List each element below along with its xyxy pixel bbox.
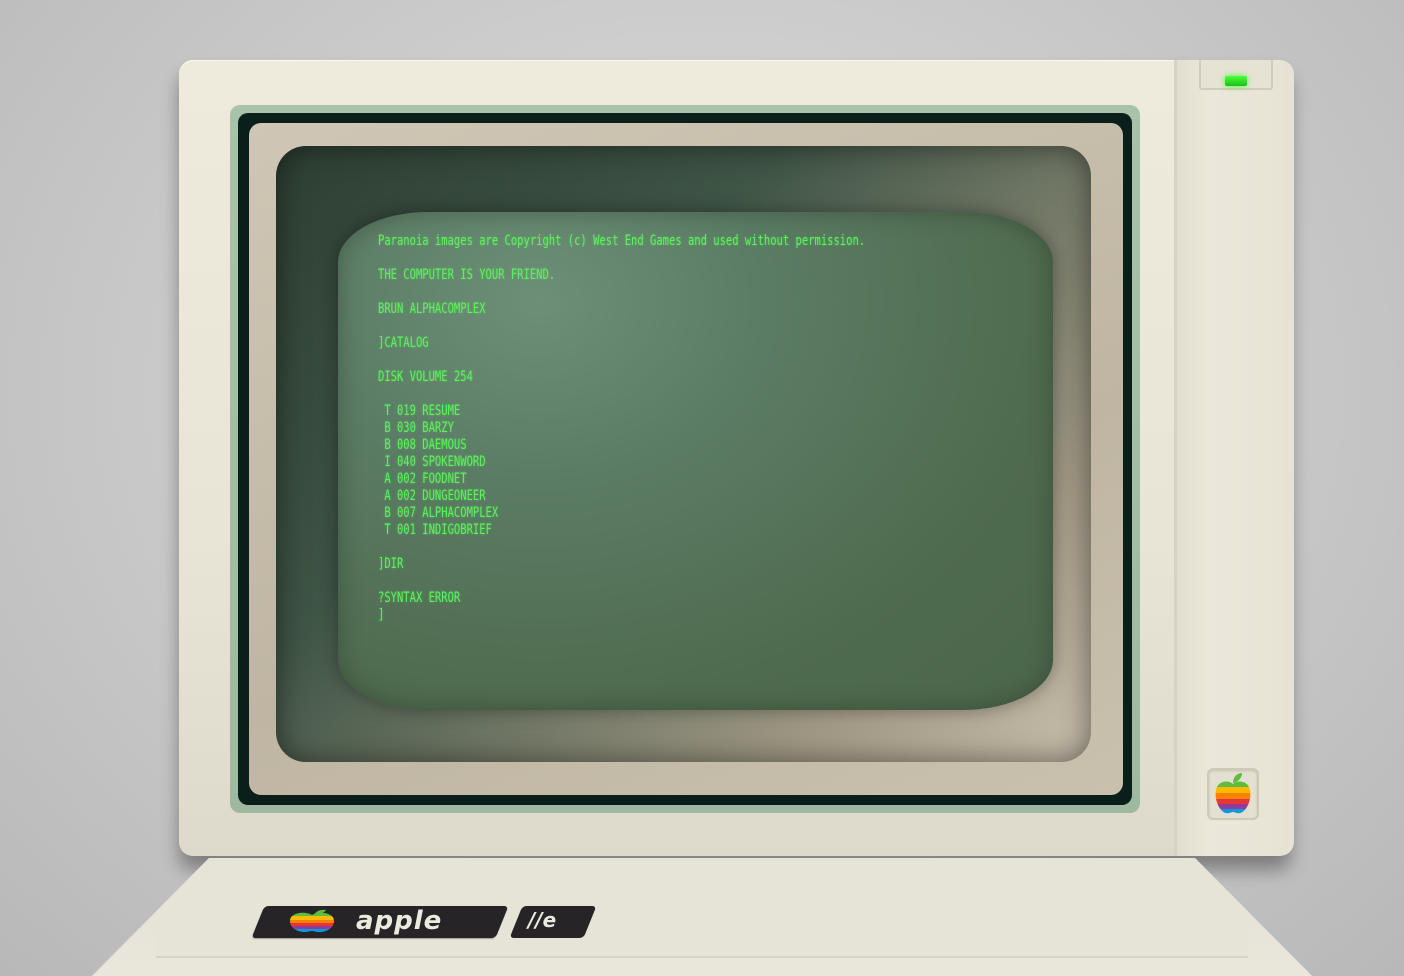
brand-label: apple [266,906,506,938]
bezel-frame: Paranoia images are Copyright (c) West E… [238,113,1132,805]
monitor-side-panel [1174,60,1294,856]
terminal-line: Paranoia images are Copyright (c) West E… [378,232,866,249]
terminal-output: Paranoia images are Copyright (c) West E… [378,232,865,623]
terminal-line: T 001 INDIGOBRIEF [378,521,492,538]
monitor: Paranoia images are Copyright (c) West E… [179,60,1294,856]
brand-name: apple [356,906,443,936]
terminal-line: ?SYNTAX ERROR [378,589,461,606]
power-led-icon [1225,76,1247,86]
terminal-line: A 002 FOODNET [378,470,467,487]
terminal-line: DISK VOLUME 254 [378,368,473,385]
terminal-line: ]CATALOG [378,334,429,351]
monitor-bezel: Paranoia images are Copyright (c) West E… [230,105,1140,813]
terminal-line: T 019 RESUME [378,402,461,419]
terminal-line: I 040 SPOKENWORD [378,453,486,470]
terminal-line: B 007 ALPHACOMPLEX [378,504,499,521]
terminal-line: THE COMPUTER IS YOUR FRIEND. [378,266,556,283]
apple-logo-badge [1207,768,1259,820]
terminal-line: BRUN ALPHACOMPLEX [378,300,486,317]
rainbow-apple-icon [1215,773,1251,814]
terminal-line: A 002 DUNGEONEER [378,487,486,504]
crt-tube: Paranoia images are Copyright (c) West E… [276,146,1091,762]
bezel-inner: Paranoia images are Copyright (c) West E… [249,123,1123,795]
power-indicator [1199,60,1273,90]
terminal-line: ] [378,606,385,623]
model-name: //e [528,908,557,932]
terminal-line: B 030 BARZY [378,419,454,436]
terminal-line: B 008 DAEMOUS [378,436,467,453]
terminal-line: ]DIR [378,555,404,572]
crt-screen[interactable]: Paranoia images are Copyright (c) West E… [338,212,1053,710]
